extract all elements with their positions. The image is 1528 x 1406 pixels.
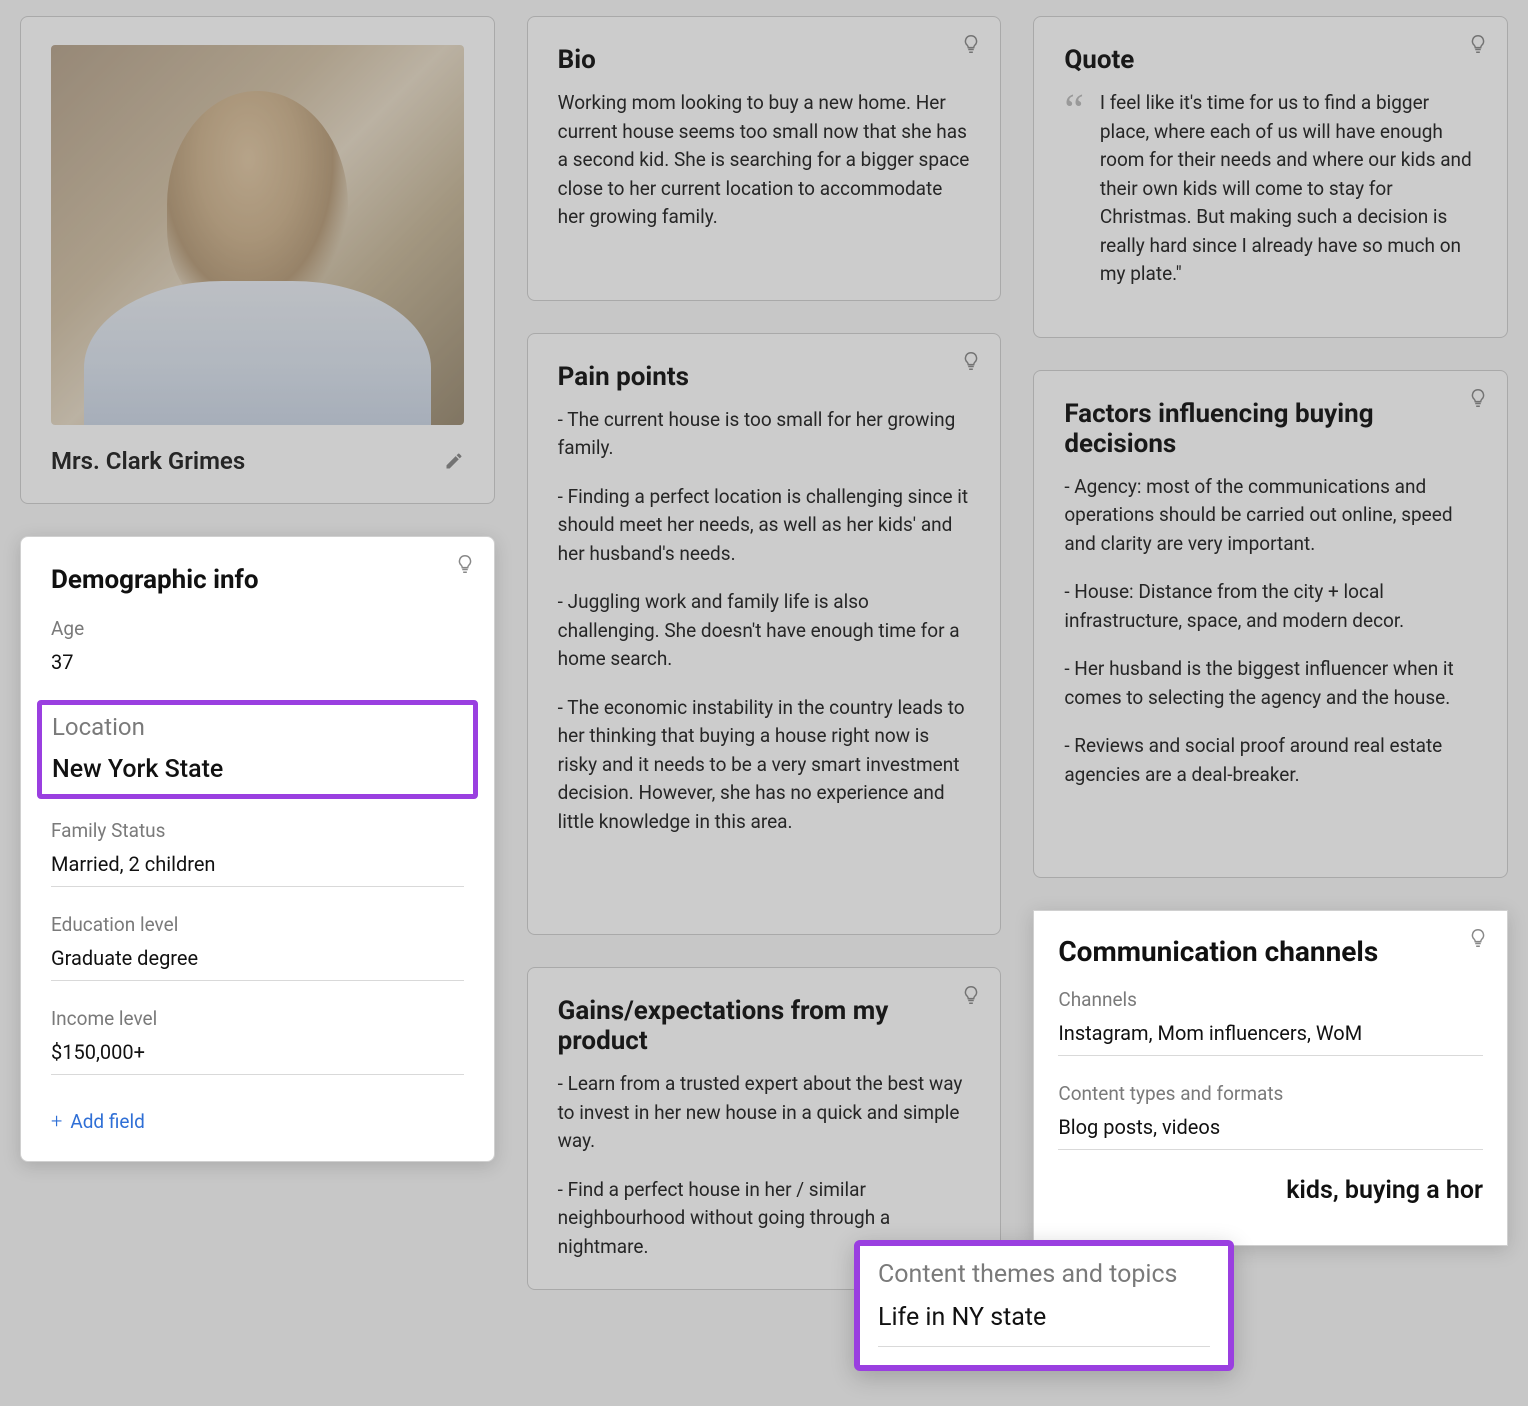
- themes-value: Life in NY state: [878, 1303, 1210, 1332]
- content-types-value: Blog posts, videos: [1058, 1115, 1483, 1139]
- field-channels[interactable]: Channels Instagram, Mom influencers, WoM: [1058, 988, 1483, 1056]
- plus-icon: +: [51, 1109, 62, 1133]
- lightbulb-icon[interactable]: [1467, 33, 1489, 55]
- bio-text: Working mom looking to buy a new home. H…: [558, 89, 971, 232]
- field-content-types[interactable]: Content types and formats Blog posts, vi…: [1058, 1082, 1483, 1150]
- income-value: $150,000+: [51, 1040, 464, 1064]
- location-label: Location: [52, 713, 463, 741]
- lightbulb-icon[interactable]: [960, 984, 982, 1006]
- pain-point-item: - Finding a perfect location is challeng…: [558, 483, 971, 569]
- gains-title: Gains/expectations from my product: [558, 996, 971, 1056]
- age-value: 37: [51, 650, 464, 674]
- factor-item: - Her husband is the biggest influencer …: [1064, 655, 1477, 712]
- channels-label: Channels: [1058, 988, 1483, 1011]
- channels-value: Instagram, Mom influencers, WoM: [1058, 1021, 1483, 1045]
- quote-card: Quote “ I feel like it's time for us to …: [1033, 16, 1508, 338]
- lightbulb-icon[interactable]: [960, 33, 982, 55]
- pain-points-title: Pain points: [558, 362, 971, 392]
- field-education[interactable]: Education level Graduate degree: [51, 913, 464, 981]
- field-income[interactable]: Income level $150,000+: [51, 1007, 464, 1075]
- communication-title: Communication channels: [1058, 935, 1483, 968]
- factors-title: Factors influencing buying decisions: [1064, 399, 1477, 459]
- pain-point-item: - The current house is too small for her…: [558, 406, 971, 463]
- edit-name-icon[interactable]: [444, 451, 464, 471]
- persona-photo-card: Mrs. Clark Grimes: [20, 16, 495, 504]
- quote-mark-icon: “: [1064, 97, 1084, 289]
- location-value: New York State: [52, 755, 463, 784]
- pain-point-item: - The economic instability in the countr…: [558, 694, 971, 837]
- factor-item: - Reviews and social proof around real e…: [1064, 732, 1477, 789]
- demographic-info-card: Demographic info Age 37 Location New Yor…: [20, 536, 495, 1162]
- field-family-status[interactable]: Family Status Married, 2 children: [51, 819, 464, 887]
- content-types-label: Content types and formats: [1058, 1082, 1483, 1105]
- factor-item: - House: Distance from the city + local …: [1064, 578, 1477, 635]
- gain-item: - Learn from a trusted expert about the …: [558, 1070, 971, 1156]
- communication-channels-card: Communication channels Channels Instagra…: [1033, 910, 1508, 1246]
- quote-title: Quote: [1064, 45, 1477, 75]
- persona-photo: [51, 45, 464, 425]
- pain-points-card: Pain points - The current house is too s…: [527, 333, 1002, 936]
- income-label: Income level: [51, 1007, 464, 1030]
- education-value: Graduate degree: [51, 946, 464, 970]
- demographics-title: Demographic info: [51, 565, 464, 595]
- field-content-themes-truncated[interactable]: kids, buying a hor: [1058, 1176, 1483, 1205]
- lightbulb-icon[interactable]: [1467, 387, 1489, 409]
- quote-text: I feel like it's time for us to find a b…: [1100, 89, 1477, 289]
- lightbulb-icon[interactable]: [1467, 927, 1489, 949]
- age-label: Age: [51, 617, 464, 640]
- education-label: Education level: [51, 913, 464, 936]
- family-value: Married, 2 children: [51, 852, 464, 876]
- family-label: Family Status: [51, 819, 464, 842]
- bio-title: Bio: [558, 45, 971, 75]
- persona-name: Mrs. Clark Grimes: [51, 447, 245, 475]
- themes-label: Content themes and topics: [878, 1260, 1210, 1289]
- lightbulb-icon[interactable]: [454, 553, 476, 575]
- add-field-button[interactable]: + Add field: [51, 1109, 145, 1133]
- themes-truncated-value: kids, buying a hor: [1058, 1176, 1483, 1205]
- pain-point-item: - Juggling work and family life is also …: [558, 588, 971, 674]
- highlighted-content-themes-callout: Content themes and topics Life in NY sta…: [854, 1240, 1234, 1371]
- add-field-label: Add field: [70, 1110, 144, 1133]
- highlighted-location-field[interactable]: Location New York State: [37, 700, 478, 799]
- factors-card: Factors influencing buying decisions - A…: [1033, 370, 1508, 879]
- factor-item: - Agency: most of the communications and…: [1064, 473, 1477, 559]
- bio-card: Bio Working mom looking to buy a new hom…: [527, 16, 1002, 301]
- field-age[interactable]: Age 37: [51, 617, 464, 674]
- lightbulb-icon[interactable]: [960, 350, 982, 372]
